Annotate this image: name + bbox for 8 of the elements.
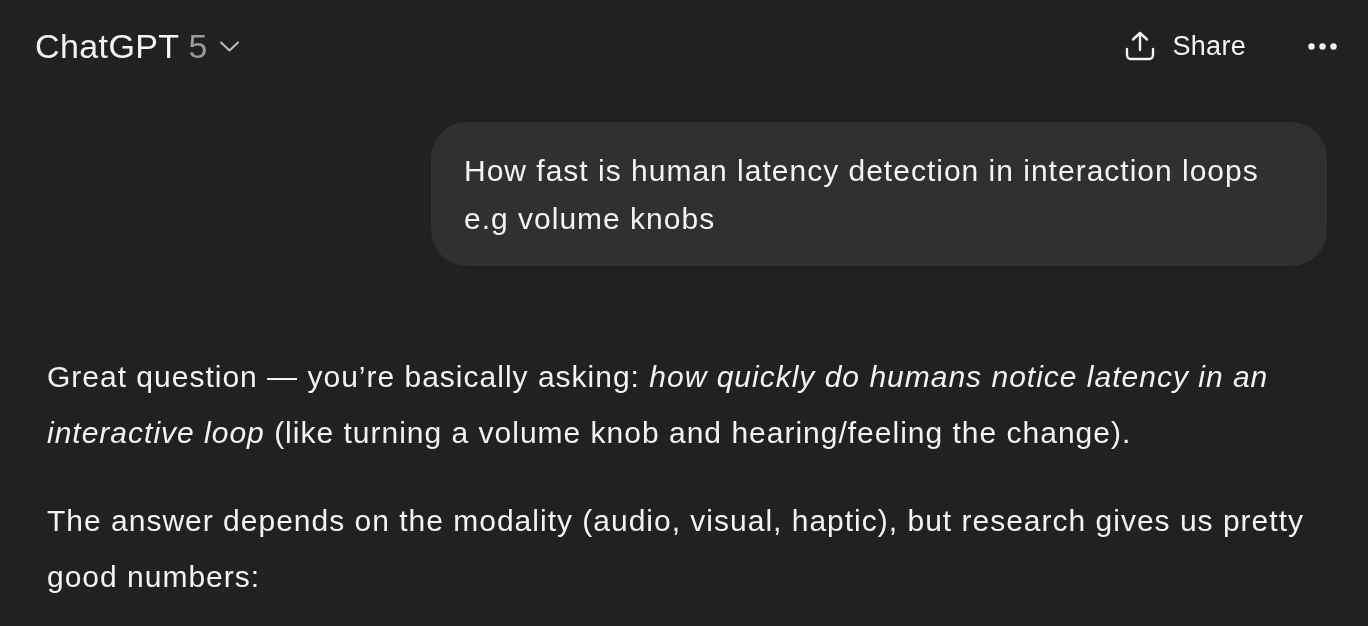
share-button[interactable]: Share — [1123, 24, 1248, 68]
model-selector-button[interactable]: ChatGPT 5 — [35, 29, 239, 63]
assistant-paragraph: Great question — you’re basically asking: how quickly do humans notice latency in an interactive loop (like turning a volume knob and hearing/feeling the change). — [47, 359, 1270, 451]
user-message-text: How fast is human latency detection in interaction loops e.g volume knobs — [464, 153, 1260, 237]
assistant-paragraph: The answer depends on the modality (audio, visual, haptic), but research gives us pretty good numbers: — [47, 503, 1305, 595]
chevron-down-icon — [219, 40, 239, 52]
share-icon — [1125, 31, 1156, 61]
ellipsis-icon — [1307, 42, 1337, 50]
